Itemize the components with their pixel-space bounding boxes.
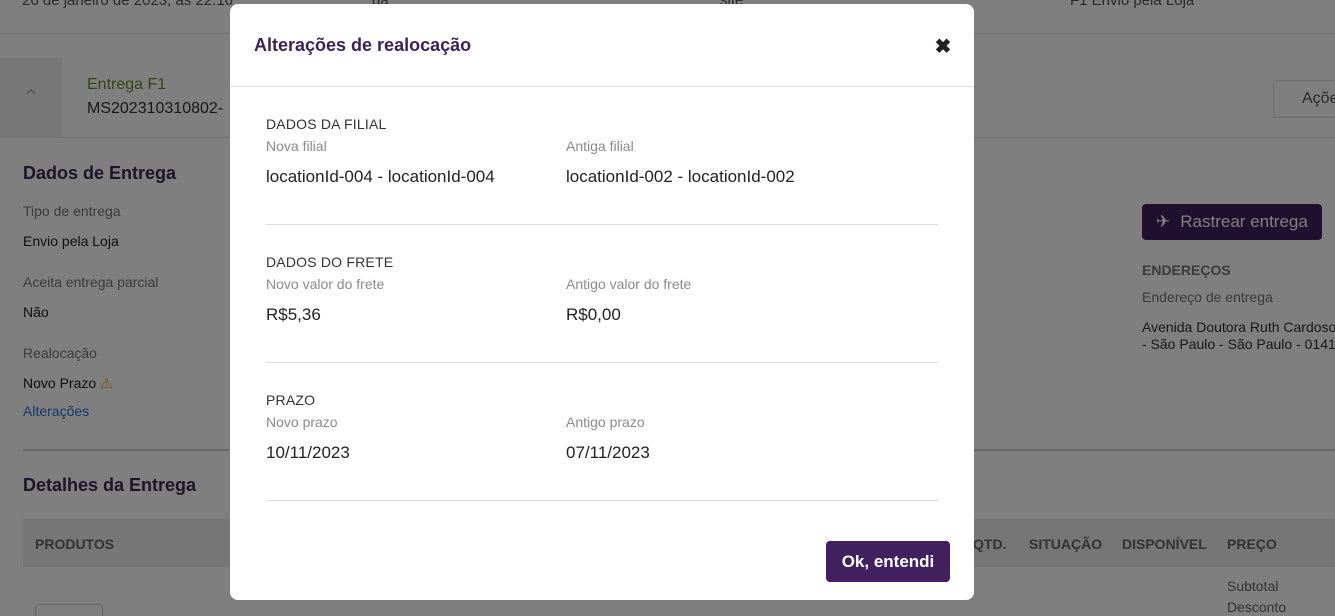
freight-data-section: DADOS DO FRETE Novo valor do frete R$5,3… (266, 254, 938, 363)
old-freight: Antigo valor do frete R$0,00 (566, 276, 691, 325)
section-title: DADOS DA FILIAL (266, 116, 387, 132)
old-deadline-value: 07/11/2023 (566, 443, 650, 462)
branch-data-section: DADOS DA FILIAL Nova filial locationId-0… (266, 116, 938, 225)
old-freight-label: Antigo valor do frete (566, 276, 692, 292)
section-title: PRAZO (266, 392, 316, 408)
new-branch-label: Nova filial (266, 138, 327, 154)
new-freight: Novo valor do frete R$5,36 (266, 276, 384, 325)
new-freight-label: Novo valor do frete (266, 276, 385, 292)
old-branch-value: locationId-002 - locationId-002 (566, 167, 795, 186)
ok-button[interactable]: Ok, entendi (826, 541, 950, 582)
close-icon: ✖ (934, 35, 952, 58)
old-freight-value: R$0,00 (566, 305, 621, 324)
old-deadline-label: Antigo prazo (566, 414, 645, 430)
section-title: DADOS DO FRETE (266, 254, 394, 270)
old-branch-label: Antiga filial (566, 138, 634, 154)
old-deadline: Antigo prazo 07/11/2023 (566, 414, 650, 463)
modal-title: Alterações de realocação (254, 35, 472, 55)
new-branch: Nova filial locationId-004 - locationId-… (266, 138, 495, 187)
modal-header: Alterações de realocação ✖ (230, 4, 974, 87)
new-branch-value: locationId-004 - locationId-004 (266, 167, 495, 186)
reallocation-changes-modal: Alterações de realocação ✖ DADOS DA FILI… (230, 4, 974, 600)
old-branch: Antiga filial locationId-002 - locationI… (566, 138, 795, 187)
new-freight-value: R$5,36 (266, 305, 321, 324)
new-deadline-label: Novo prazo (266, 414, 338, 430)
close-button[interactable]: ✖ (930, 33, 956, 59)
deadline-section: PRAZO Novo prazo 10/11/2023 Antigo prazo… (266, 392, 938, 501)
new-deadline-value: 10/11/2023 (266, 443, 350, 462)
new-deadline: Novo prazo 10/11/2023 (266, 414, 350, 463)
